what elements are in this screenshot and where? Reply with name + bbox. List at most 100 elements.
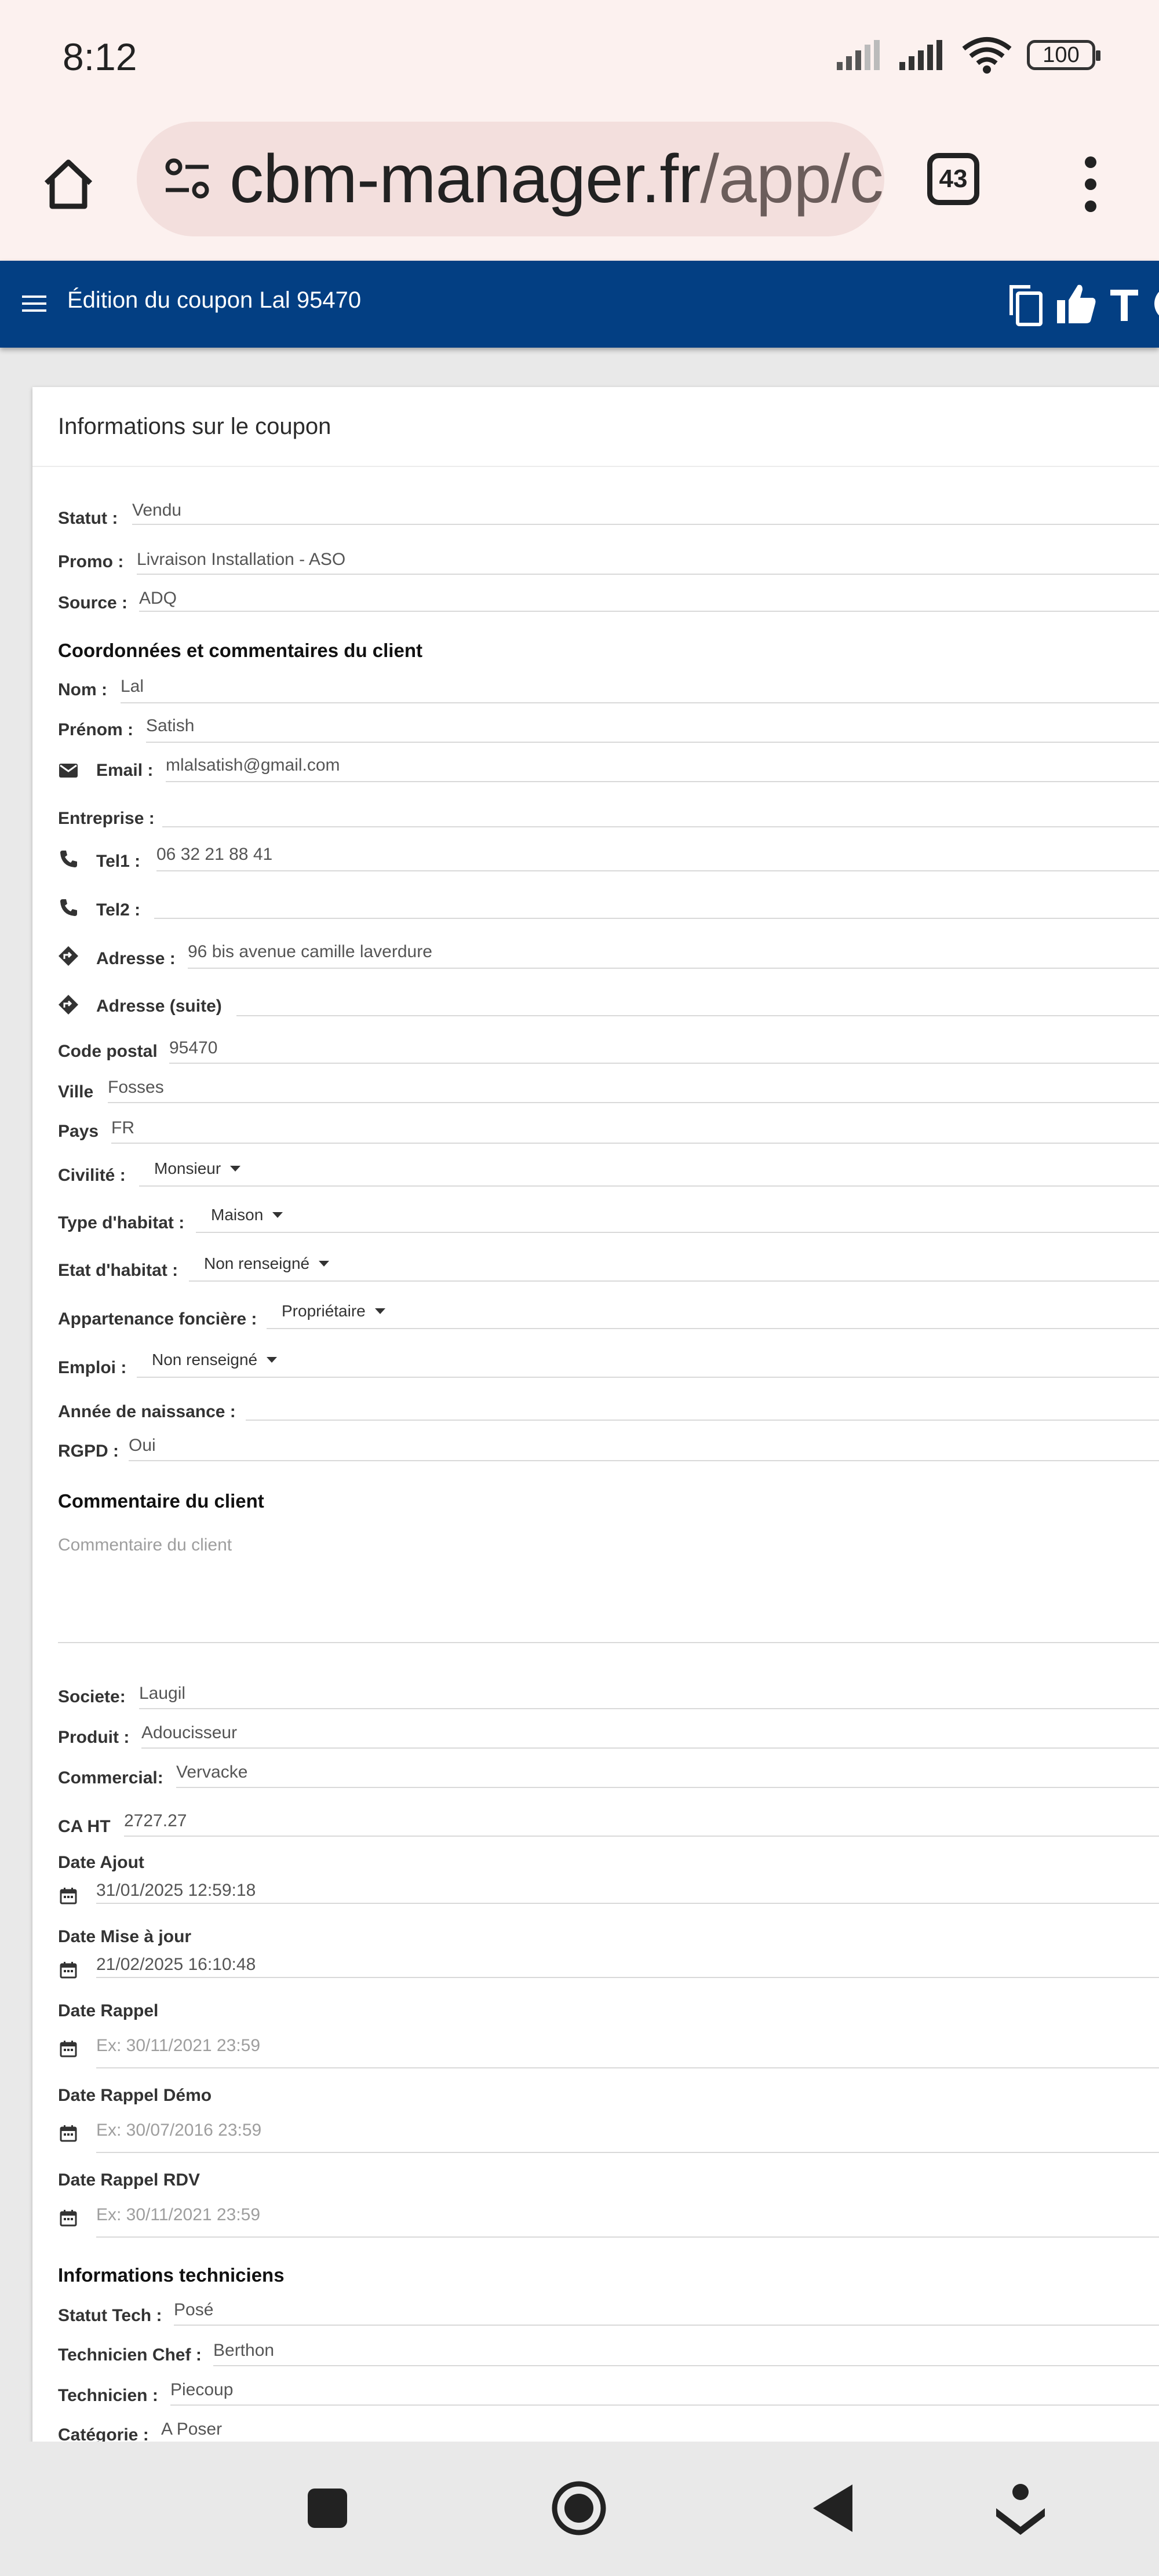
technicien-field[interactable]: Piecoup [170, 2380, 233, 2400]
calendar-icon[interactable] [59, 1887, 78, 1905]
statut-field[interactable]: Vendu [132, 501, 181, 520]
tel2-label: Tel2 : [96, 900, 141, 920]
browser-menu-button[interactable] [1073, 149, 1108, 219]
commercial-field[interactable]: Vervacke [176, 1763, 247, 1782]
url-domain: cbm-manager.fr [229, 141, 701, 217]
address-bar[interactable]: cbm-manager.fr/app/c [137, 122, 884, 236]
card-title: Informations sur le coupon [32, 387, 1159, 467]
tel2-underline [154, 918, 1159, 919]
page-title: Édition du coupon Lal 95470 [67, 287, 362, 313]
calendar-icon[interactable] [59, 2209, 78, 2227]
date-rappel-rdv-underline [96, 2236, 1159, 2238]
etat-habitat-label: Etat d'habitat : [58, 1261, 178, 1280]
home-button[interactable] [34, 149, 103, 219]
hide-keyboard-button[interactable] [983, 2471, 1058, 2546]
date-rappel-field[interactable]: Ex: 30/11/2021 23:59 [96, 2036, 260, 2056]
statut-underline [132, 524, 1159, 525]
date-ajout-label: Date Ajout [58, 1853, 144, 1872]
pays-underline [111, 1143, 1159, 1144]
recents-button[interactable] [290, 2471, 365, 2546]
ca-ht-field[interactable]: 2727.27 [124, 1811, 187, 1831]
entreprise-underline [162, 826, 1159, 827]
chevron-down-icon [272, 1212, 283, 1218]
pays-label: Pays [58, 1122, 99, 1141]
code-postal-field[interactable]: 95470 [169, 1038, 217, 1058]
source-field[interactable]: ADQ [139, 589, 177, 608]
tech-chef-label: Technicien Chef : [58, 2345, 202, 2365]
system-navigation-bar [0, 2442, 1159, 2576]
prenom-field[interactable]: Satish [146, 716, 194, 736]
phone-icon[interactable] [58, 848, 79, 869]
type-habitat-select[interactable]: Maison [196, 1198, 300, 1233]
nom-field[interactable]: Lal [121, 677, 144, 696]
prenom-label: Prénom : [58, 720, 134, 739]
appartenance-select[interactable]: Propriétaire [267, 1294, 407, 1329]
back-button[interactable] [795, 2471, 870, 2546]
recents-icon [308, 2489, 347, 2528]
adresse-field[interactable]: 96 bis avenue camille laverdure [188, 942, 432, 962]
back-icon [813, 2484, 852, 2532]
code-postal-underline [169, 1063, 1159, 1064]
etat-habitat-select[interactable]: Non renseigné [189, 1247, 349, 1282]
date-rappel-demo-label: Date Rappel Démo [58, 2086, 212, 2105]
type-habitat-underline [300, 1232, 1159, 1233]
copy-icon[interactable] [1005, 280, 1045, 327]
promo-label: Promo : [58, 552, 124, 571]
commentaire-textarea[interactable]: Commentaire du client [58, 1535, 232, 1555]
produit-field[interactable]: Adoucisseur [141, 1723, 237, 1743]
adresse-label: Adresse : [96, 949, 176, 968]
date-maj-field[interactable]: 21/02/2025 16:10:48 [96, 1955, 256, 1975]
email-field[interactable]: mlalsatish@gmail.com [166, 756, 340, 775]
promo-field[interactable]: Livraison Installation - ASO [137, 550, 345, 570]
civilite-select[interactable]: Monsieur [139, 1152, 261, 1187]
code-postal-label: Code postal [58, 1042, 158, 1061]
societe-field[interactable]: Laugil [139, 1684, 185, 1703]
rgpd-field[interactable]: Oui [129, 1436, 156, 1455]
tech-chef-field[interactable]: Berthon [213, 2341, 274, 2360]
chevron-down-icon [267, 1357, 278, 1363]
statut-tech-field[interactable]: Posé [174, 2300, 213, 2320]
chevron-down-icon [319, 1261, 330, 1267]
adresse-suite-underline [236, 1015, 1159, 1016]
calendar-icon[interactable] [59, 2039, 78, 2058]
text-format-icon[interactable] [1107, 280, 1142, 327]
emploi-underline [297, 1377, 1159, 1378]
societe-label: Societe: [58, 1687, 126, 1706]
nom-label: Nom : [58, 680, 107, 699]
tel1-field[interactable]: 06 32 21 88 41 [156, 845, 272, 864]
email-underline [166, 781, 1159, 782]
phone-icon[interactable] [58, 897, 79, 918]
rgpd-underline [129, 1460, 1159, 1461]
more-icon[interactable] [1152, 280, 1159, 327]
date-ajout-field[interactable]: 31/01/2025 12:59:18 [96, 1881, 256, 1900]
emploi-value: Non renseigné [152, 1351, 258, 1369]
coupon-card: Informations sur le coupon Statut : Vend… [32, 387, 1159, 2450]
wifi-icon [962, 37, 1012, 74]
tab-switcher-button[interactable]: 43 [927, 153, 979, 205]
home-icon [44, 159, 93, 209]
ville-field[interactable]: Fosses [108, 1078, 164, 1097]
keyboard-hide-icon [996, 2484, 1045, 2535]
emploi-label: Emploi : [58, 1358, 127, 1377]
calendar-icon[interactable] [59, 2124, 78, 2143]
pays-field[interactable]: FR [111, 1118, 134, 1138]
emploi-select[interactable]: Non renseigné [137, 1343, 297, 1378]
date-maj-label: Date Mise à jour [58, 1927, 192, 1946]
date-rappel-rdv-field[interactable]: Ex: 30/11/2021 23:59 [96, 2205, 260, 2225]
appartenance-value: Propriétaire [282, 1302, 366, 1320]
categorie-field[interactable]: A Poser [161, 2420, 222, 2439]
calendar-icon[interactable] [59, 1961, 78, 1979]
url-text[interactable]: cbm-manager.fr/app/c [229, 140, 884, 218]
adresse-suite-label: Adresse (suite) [96, 997, 222, 1016]
etat-habitat-value: Non renseigné [204, 1254, 310, 1272]
status-icons: 100 [836, 35, 1100, 75]
site-settings-icon[interactable] [162, 154, 212, 204]
home-nav-button[interactable] [541, 2471, 617, 2546]
etat-habitat-underline [349, 1280, 1159, 1282]
date-rappel-demo-field[interactable]: Ex: 30/07/2016 23:59 [96, 2121, 261, 2140]
directions-icon[interactable] [58, 946, 79, 966]
date-rappel-label: Date Rappel [58, 2001, 159, 2020]
thumbs-up-icon[interactable] [1056, 280, 1096, 327]
directions-icon[interactable] [58, 994, 79, 1015]
menu-icon[interactable] [21, 290, 49, 318]
